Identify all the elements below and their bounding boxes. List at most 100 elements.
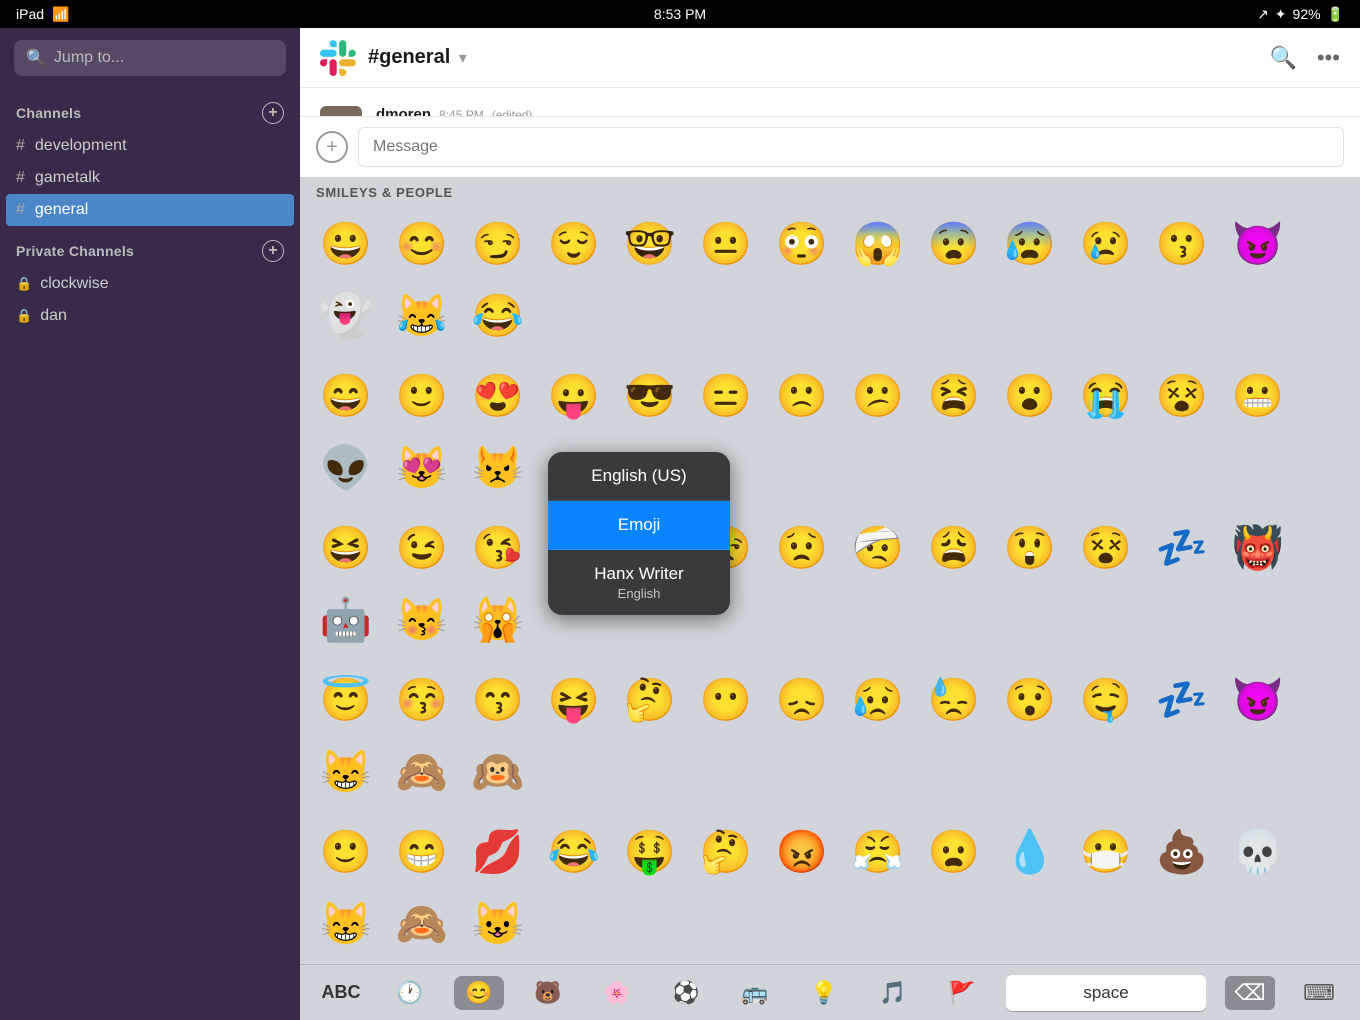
emoji-cell[interactable]: 🙈 bbox=[384, 736, 460, 808]
emoji-cell[interactable]: 🤕 bbox=[840, 512, 916, 584]
emoji-cell[interactable]: 😘 bbox=[460, 512, 536, 584]
symbols-emoji-button[interactable]: 🎵 bbox=[868, 980, 918, 1006]
emoji-cell[interactable]: 😐 bbox=[688, 208, 764, 280]
emoji-cell[interactable]: 🤤 bbox=[1068, 664, 1144, 736]
emoji-cell[interactable]: 😦 bbox=[916, 816, 992, 888]
emoji-cell[interactable]: 😾 bbox=[460, 432, 536, 504]
emoji-cell[interactable]: 🙀 bbox=[460, 584, 536, 656]
jump-to-search[interactable]: 🔍 Jump to... bbox=[14, 40, 286, 76]
emoji-cell[interactable]: 😇 bbox=[308, 664, 384, 736]
emoji-cell[interactable]: 😉 bbox=[384, 512, 460, 584]
emoji-cell[interactable]: 😮 bbox=[992, 360, 1068, 432]
emoji-cell[interactable]: 😫 bbox=[916, 360, 992, 432]
objects-emoji-button[interactable]: 💡 bbox=[799, 980, 849, 1006]
emoji-cell[interactable]: 😵 bbox=[1068, 512, 1144, 584]
emoji-cell[interactable]: 👻 bbox=[308, 280, 384, 352]
abc-button[interactable]: ABC bbox=[316, 982, 366, 1003]
emoji-cell[interactable]: 😵 bbox=[1144, 360, 1220, 432]
emoji-cell[interactable]: 💤 bbox=[1144, 664, 1220, 736]
sidebar-item-general[interactable]: # general bbox=[6, 194, 294, 226]
keyboard-dismiss-button[interactable]: ⌨ bbox=[1294, 980, 1344, 1006]
emoji-cell[interactable]: 😑 bbox=[688, 360, 764, 432]
space-button[interactable]: space bbox=[1006, 975, 1206, 1011]
sidebar-item-dan[interactable]: 🔒 dan bbox=[0, 300, 300, 332]
emoji-cell[interactable]: 💩 bbox=[1144, 816, 1220, 888]
emoji-cell[interactable]: 🙂 bbox=[384, 360, 460, 432]
emoji-cell[interactable]: 💤 bbox=[1144, 512, 1220, 584]
emoji-cell[interactable]: 😹 bbox=[384, 280, 460, 352]
emoji-cell[interactable]: 😙 bbox=[460, 664, 536, 736]
travel-emoji-button[interactable]: 🚌 bbox=[730, 980, 780, 1006]
emoji-cell[interactable]: 😥 bbox=[840, 664, 916, 736]
emoji-cell[interactable]: 😄 bbox=[308, 360, 384, 432]
delete-button[interactable]: ⌫ bbox=[1225, 976, 1275, 1010]
emoji-cell[interactable]: 😺 bbox=[460, 888, 536, 960]
emoji-cell[interactable]: 😌 bbox=[536, 208, 612, 280]
emoji-cell[interactable]: 👽 bbox=[308, 432, 384, 504]
add-channel-button[interactable]: + bbox=[262, 102, 284, 124]
emoji-cell[interactable]: 😸 bbox=[308, 888, 384, 960]
add-private-channel-button[interactable]: + bbox=[262, 240, 284, 262]
emoji-cell[interactable]: 😝 bbox=[536, 664, 612, 736]
emoji-cell[interactable]: 😢 bbox=[1068, 208, 1144, 280]
emoji-cell[interactable]: 😁 bbox=[384, 816, 460, 888]
emoji-cell[interactable]: 😩 bbox=[916, 512, 992, 584]
emoji-cell[interactable]: 🤔 bbox=[688, 816, 764, 888]
flags-emoji-button[interactable]: 🚩 bbox=[937, 980, 987, 1006]
emoji-cell[interactable]: 😊 bbox=[384, 208, 460, 280]
emoji-cell[interactable]: 🤑 bbox=[612, 816, 688, 888]
emoji-cell[interactable]: 😀 bbox=[308, 208, 384, 280]
emoji-cell[interactable]: 😱 bbox=[840, 208, 916, 280]
messages-area[interactable]: 👨 dmoren 8:45 PM (edited) What if I just… bbox=[300, 88, 1360, 116]
sidebar-item-gametalk[interactable]: # gametalk bbox=[0, 162, 300, 194]
emoji-cell[interactable]: 👹 bbox=[1220, 512, 1296, 584]
emoji-cell[interactable]: 🤔 bbox=[612, 664, 688, 736]
emoji-cell[interactable]: 😍 bbox=[460, 360, 536, 432]
emoji-cell[interactable]: 😎 bbox=[612, 360, 688, 432]
emoji-cell[interactable]: 😸 bbox=[308, 736, 384, 808]
emoji-cell[interactable]: 😨 bbox=[916, 208, 992, 280]
emoji-cell[interactable]: 😳 bbox=[764, 208, 840, 280]
emoji-cell[interactable]: 😤 bbox=[840, 816, 916, 888]
emoji-cell[interactable]: 😷 bbox=[1068, 816, 1144, 888]
sidebar-item-clockwise[interactable]: 🔒 clockwise bbox=[0, 268, 300, 300]
emoji-cell[interactable]: 😬 bbox=[1220, 360, 1296, 432]
emoji-cell[interactable]: 😛 bbox=[536, 360, 612, 432]
sidebar-item-development[interactable]: # development bbox=[0, 130, 300, 162]
emoji-cell[interactable]: 😡 bbox=[764, 816, 840, 888]
emoji-cell[interactable]: 😯 bbox=[992, 664, 1068, 736]
emoji-cell[interactable]: 😕 bbox=[840, 360, 916, 432]
emoji-cell[interactable]: 😰 bbox=[992, 208, 1068, 280]
message-input[interactable] bbox=[358, 127, 1344, 167]
emoji-cell[interactable]: 😟 bbox=[764, 512, 840, 584]
language-option-emoji[interactable]: Emoji bbox=[548, 501, 730, 550]
emoji-cell[interactable]: 🙂 bbox=[308, 816, 384, 888]
emoji-cell[interactable]: 😓 bbox=[916, 664, 992, 736]
search-icon[interactable]: 🔍 bbox=[1269, 45, 1296, 71]
emoji-cell[interactable]: 💀 bbox=[1220, 816, 1296, 888]
emoji-cell[interactable]: 😏 bbox=[460, 208, 536, 280]
language-option-english[interactable]: English (US) bbox=[548, 452, 730, 501]
emoji-cell[interactable]: 🙉 bbox=[460, 736, 536, 808]
message-add-button[interactable]: + bbox=[316, 131, 348, 163]
animals-emoji-button[interactable]: 🐻 bbox=[523, 980, 573, 1006]
emoji-cell[interactable]: 🤓 bbox=[612, 208, 688, 280]
emoji-cell[interactable]: 😗 bbox=[1144, 208, 1220, 280]
emoji-cell[interactable]: 🤖 bbox=[308, 584, 384, 656]
emoji-cell[interactable]: 😶 bbox=[688, 664, 764, 736]
activities-emoji-button[interactable]: ⚽ bbox=[661, 980, 711, 1006]
emoji-cell[interactable]: 😞 bbox=[764, 664, 840, 736]
emoji-cell[interactable]: 🙁 bbox=[764, 360, 840, 432]
emoji-cell[interactable]: 😈 bbox=[1220, 664, 1296, 736]
emoji-cell[interactable]: 😻 bbox=[384, 432, 460, 504]
emoji-cell[interactable]: 😲 bbox=[992, 512, 1068, 584]
emoji-cell[interactable]: 😭 bbox=[1068, 360, 1144, 432]
more-options-icon[interactable]: ••• bbox=[1317, 45, 1340, 71]
emoji-cell[interactable]: 😚 bbox=[384, 664, 460, 736]
food-emoji-button[interactable]: 🌸 bbox=[592, 980, 642, 1006]
emoji-cell[interactable]: 😂 bbox=[460, 280, 536, 352]
smiley-emoji-button[interactable]: 😊 bbox=[454, 976, 504, 1010]
language-option-hanxwriter[interactable]: Hanx Writer English bbox=[548, 550, 730, 615]
emoji-cell[interactable]: 😆 bbox=[308, 512, 384, 584]
channel-dropdown-icon[interactable]: ▾ bbox=[459, 50, 467, 67]
